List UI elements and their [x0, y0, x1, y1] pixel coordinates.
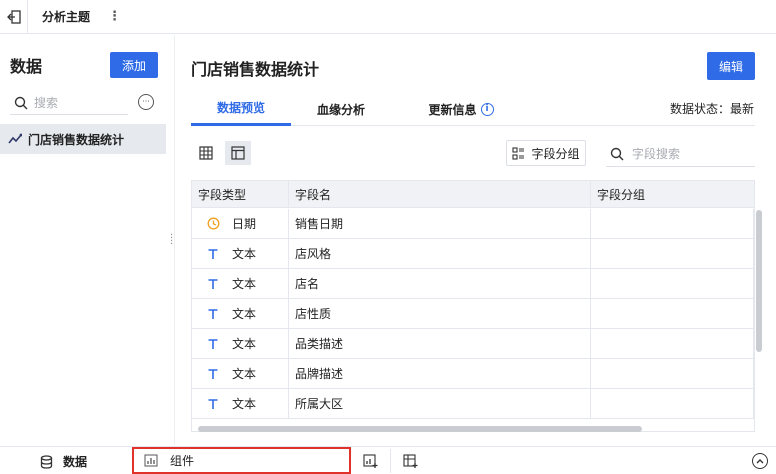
sidebar-search-input[interactable]: 搜索: [10, 91, 128, 115]
sidebar-item-store-sales[interactable]: 门店销售数据统计: [0, 124, 166, 154]
cell-field-type: 文本: [192, 239, 289, 268]
bottom-bar: 数据 组件: [0, 446, 776, 474]
cell-field-name: 店风格: [289, 239, 591, 268]
bottom-tab-component[interactable]: 组件: [132, 447, 351, 474]
table-row[interactable]: 文本 所属大区: [192, 389, 754, 419]
table-row[interactable]: 文本 品牌描述: [192, 359, 754, 389]
column-header-group[interactable]: 字段分组: [591, 181, 754, 208]
field-type-label: 日期: [232, 217, 257, 231]
bottom-divider: [390, 449, 391, 473]
topbar-title[interactable]: 分析主题: [42, 8, 90, 25]
collapse-up-icon[interactable]: [752, 453, 768, 469]
vertical-scrollbar[interactable]: [756, 210, 762, 352]
cell-field-name: 店性质: [289, 299, 591, 328]
exit-icon[interactable]: [0, 0, 28, 34]
sidebar-title: 数据: [10, 57, 43, 76]
data-sidebar: 数据 添加 搜索 ··· 门店销售数据统计: [0, 35, 175, 445]
cell-field-type: 文本: [192, 269, 289, 298]
panel-resize-handle[interactable]: · · · ·: [170, 231, 176, 250]
cell-field-group: [591, 269, 754, 298]
cell-field-name: 销售日期: [289, 209, 591, 238]
bar-chart-icon: [144, 454, 158, 467]
cell-field-name: 店名: [289, 269, 591, 298]
tab-lineage[interactable]: 血缘分析: [301, 92, 381, 126]
edit-button[interactable]: 编辑: [707, 52, 755, 80]
cell-field-type: 文本: [192, 359, 289, 388]
sidebar-item-label: 门店销售数据统计: [28, 132, 125, 147]
cell-field-group: [591, 239, 754, 268]
cell-field-type: 文本: [192, 299, 289, 328]
more-options-icon[interactable]: ⋮: [108, 9, 121, 24]
cell-field-type: 日期: [192, 209, 289, 238]
cell-field-group: [591, 299, 754, 328]
line-chart-icon: [8, 133, 22, 144]
add-table-component-icon[interactable]: [403, 453, 419, 469]
top-bar: 分析主题 ⋮: [0, 0, 776, 34]
text-type-icon: [206, 398, 220, 410]
cell-field-name: 品牌描述: [289, 359, 591, 388]
sidebar-more-icon[interactable]: ···: [138, 94, 154, 110]
database-icon: [40, 454, 53, 469]
field-group-button[interactable]: 字段分组: [506, 140, 586, 166]
field-type-label: 文本: [232, 247, 257, 261]
add-button[interactable]: 添加: [110, 52, 158, 78]
page-title: 门店销售数据统计: [191, 60, 320, 79]
cell-field-type: 文本: [192, 389, 289, 418]
bottom-tab-label: 组件: [170, 454, 195, 468]
cell-field-name: 品类描述: [289, 329, 591, 358]
layout-view-button[interactable]: [225, 141, 251, 165]
tab-label: 更新信息: [428, 102, 477, 117]
column-header-type[interactable]: 字段类型: [192, 181, 289, 208]
tab-label: 数据预览: [216, 101, 265, 115]
data-status-text: 数据状态：最新: [670, 102, 755, 116]
field-table: 字段类型 字段名 字段分组 日期 销售日期 文本 店风格 文本 店名 文本 店性质 文本 品类描述…: [191, 180, 755, 432]
info-icon[interactable]: i: [480, 102, 494, 116]
table-row[interactable]: 文本 店性质: [192, 299, 754, 329]
cell-field-group: [591, 359, 754, 388]
field-group-icon: [512, 146, 525, 160]
field-type-label: 文本: [232, 397, 257, 411]
tab-data-preview[interactable]: 数据预览: [191, 92, 291, 126]
table-row[interactable]: 日期 销售日期: [192, 209, 754, 239]
text-type-icon: [206, 338, 220, 350]
clock-icon: [206, 217, 220, 230]
cell-field-group: [591, 209, 754, 238]
tab-label: 血缘分析: [316, 102, 365, 117]
text-type-icon: [206, 308, 220, 320]
bottom-tab-label: 数据: [63, 455, 88, 469]
field-type-label: 文本: [232, 367, 257, 381]
text-type-icon: [206, 278, 220, 290]
table-body: 日期 销售日期 文本 店风格 文本 店名 文本 店性质 文本 品类描述 文本 品牌描述 文本 所属大区: [192, 209, 754, 419]
table-row[interactable]: 文本 店名: [192, 269, 754, 299]
cell-field-group: [591, 389, 754, 418]
search-icon: [14, 96, 28, 109]
layout-icon: [231, 146, 245, 160]
cell-field-group: [591, 329, 754, 358]
table-view-button[interactable]: [193, 141, 219, 165]
field-type-label: 文本: [232, 277, 257, 291]
text-type-icon: [206, 248, 220, 260]
field-type-label: 文本: [232, 337, 257, 351]
field-type-label: 文本: [232, 307, 257, 321]
add-chart-component-icon[interactable]: [363, 453, 379, 469]
table-row[interactable]: 文本 品类描述: [192, 329, 754, 359]
field-search-placeholder: 字段搜索: [632, 147, 681, 161]
column-header-name[interactable]: 字段名: [289, 181, 591, 208]
grid-icon: [199, 146, 213, 160]
field-search-input[interactable]: 字段搜索: [606, 141, 755, 167]
table-header: 字段类型 字段名 字段分组: [192, 181, 754, 208]
field-group-label: 字段分组: [531, 146, 580, 161]
text-type-icon: [206, 368, 220, 380]
table-row[interactable]: 文本 店风格: [192, 239, 754, 269]
tab-update-info[interactable]: 更新信息 i: [411, 92, 511, 126]
search-placeholder: 搜索: [34, 96, 59, 110]
cell-field-type: 文本: [192, 329, 289, 358]
cell-field-name: 所属大区: [289, 389, 591, 418]
search-icon: [610, 147, 624, 160]
bottom-tab-data[interactable]: 数据: [40, 453, 87, 470]
horizontal-scrollbar[interactable]: [198, 426, 642, 432]
